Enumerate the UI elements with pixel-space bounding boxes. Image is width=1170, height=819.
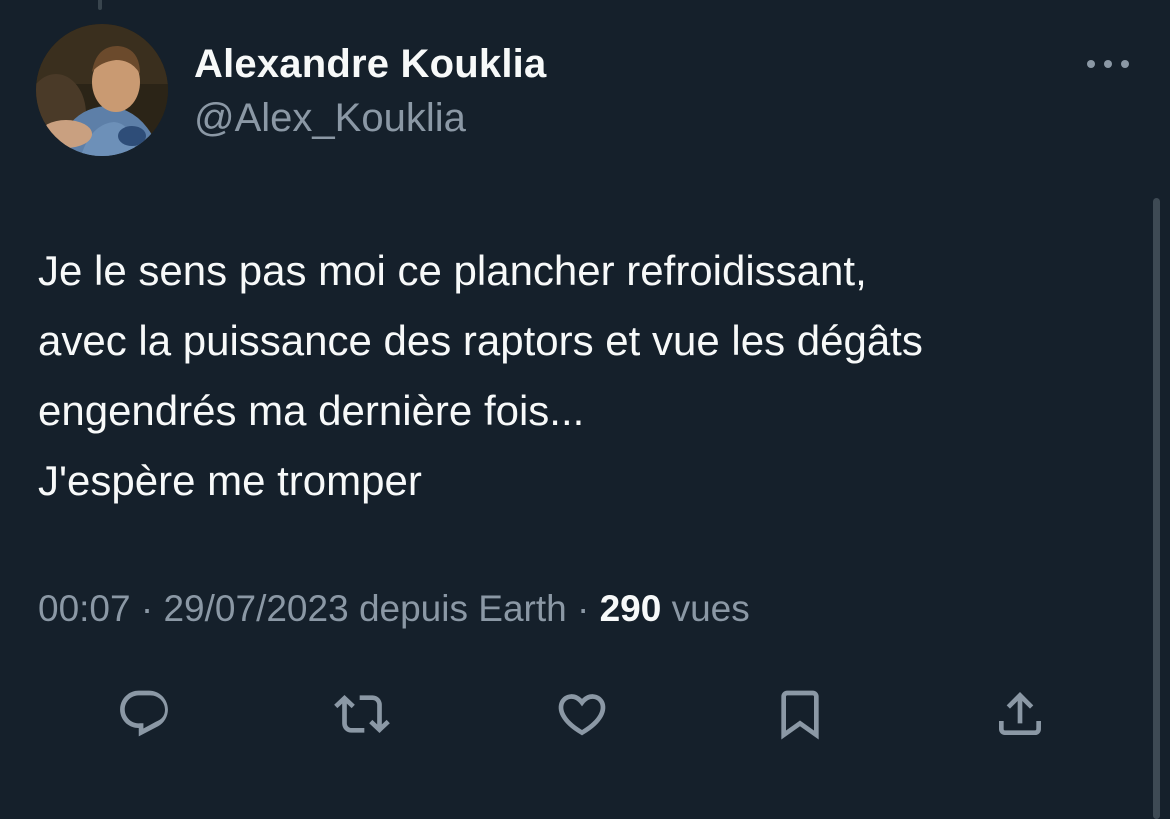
heart-icon — [558, 694, 606, 736]
retweet-button[interactable] — [332, 684, 392, 744]
tweet-text-line: J'espère me tromper — [38, 457, 422, 504]
tweet-text: Je le sens pas moi ce plancher refroidis… — [38, 236, 1138, 516]
author-display-name[interactable]: Alexandre Kouklia — [194, 42, 546, 87]
tweet-metadata: 00:07 · 29/07/2023 depuis Earth · 290 vu… — [38, 588, 750, 630]
like-button[interactable] — [552, 684, 612, 744]
bookmark-icon — [781, 690, 819, 740]
tweet-source: depuis Earth — [358, 588, 567, 629]
retweet-icon — [334, 695, 390, 733]
reply-button[interactable] — [114, 684, 174, 744]
share-icon — [999, 692, 1041, 735]
tweet-text-line: avec la puissance des raptors et vue les… — [38, 317, 923, 364]
scrollbar[interactable] — [1153, 198, 1160, 819]
avatar-photo — [36, 24, 168, 156]
share-button[interactable] — [990, 684, 1050, 744]
meta-separator: · — [576, 588, 590, 629]
tweet-text-line: Je le sens pas moi ce plancher refroidis… — [38, 247, 867, 294]
tweet-date[interactable]: 29/07/2023 — [163, 588, 348, 629]
avatar[interactable] — [36, 24, 168, 156]
tweet-text-line: engendrés ma dernière fois... — [38, 387, 585, 434]
bookmark-button[interactable] — [770, 684, 830, 744]
tweet-time[interactable]: 00:07 — [38, 588, 131, 629]
author-handle[interactable]: @Alex_Kouklia — [194, 96, 466, 141]
thread-connector-line — [98, 0, 102, 10]
views-count[interactable]: 290 — [600, 588, 662, 629]
meta-separator: · — [140, 588, 154, 629]
more-options-button[interactable] — [1080, 50, 1136, 78]
more-icon — [1087, 60, 1129, 68]
reply-icon — [120, 690, 168, 737]
views-label: vues — [671, 588, 750, 629]
